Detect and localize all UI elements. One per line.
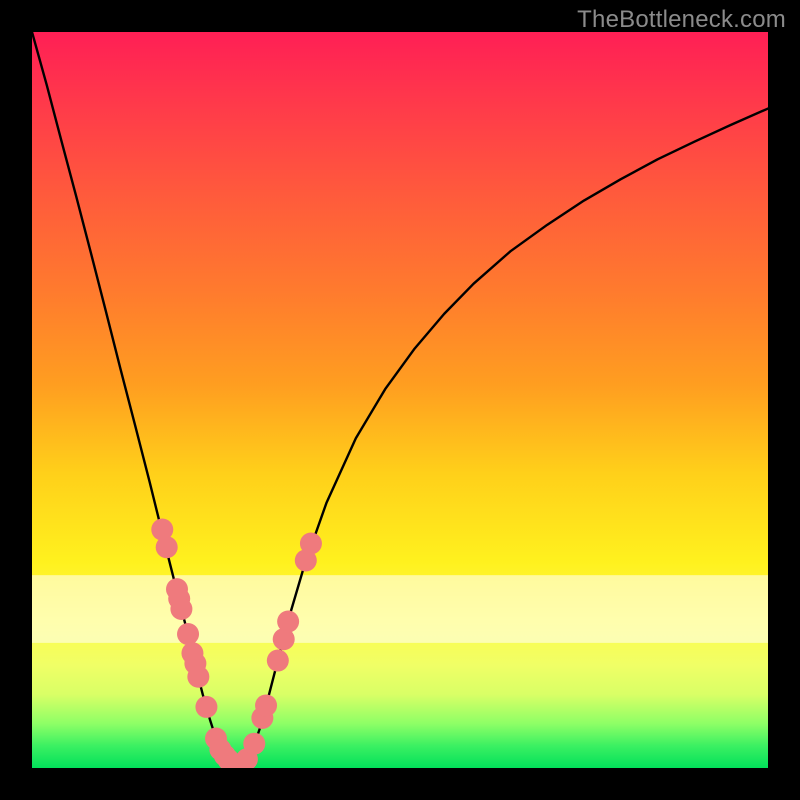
marker-dot bbox=[277, 611, 299, 633]
marker-dot bbox=[243, 733, 265, 755]
chart-container: { "watermark": "TheBottleneck.com", "fra… bbox=[0, 0, 800, 800]
marker-dot bbox=[187, 666, 209, 688]
marker-dot bbox=[195, 696, 217, 718]
plot-area bbox=[32, 32, 768, 768]
marker-dot bbox=[177, 623, 199, 645]
marker-dot bbox=[255, 694, 277, 716]
bottleneck-chart bbox=[0, 0, 800, 800]
marker-dot bbox=[170, 598, 192, 620]
marker-dot bbox=[156, 536, 178, 558]
marker-dot bbox=[300, 533, 322, 555]
pale-band bbox=[32, 575, 768, 643]
marker-dot bbox=[267, 650, 289, 672]
